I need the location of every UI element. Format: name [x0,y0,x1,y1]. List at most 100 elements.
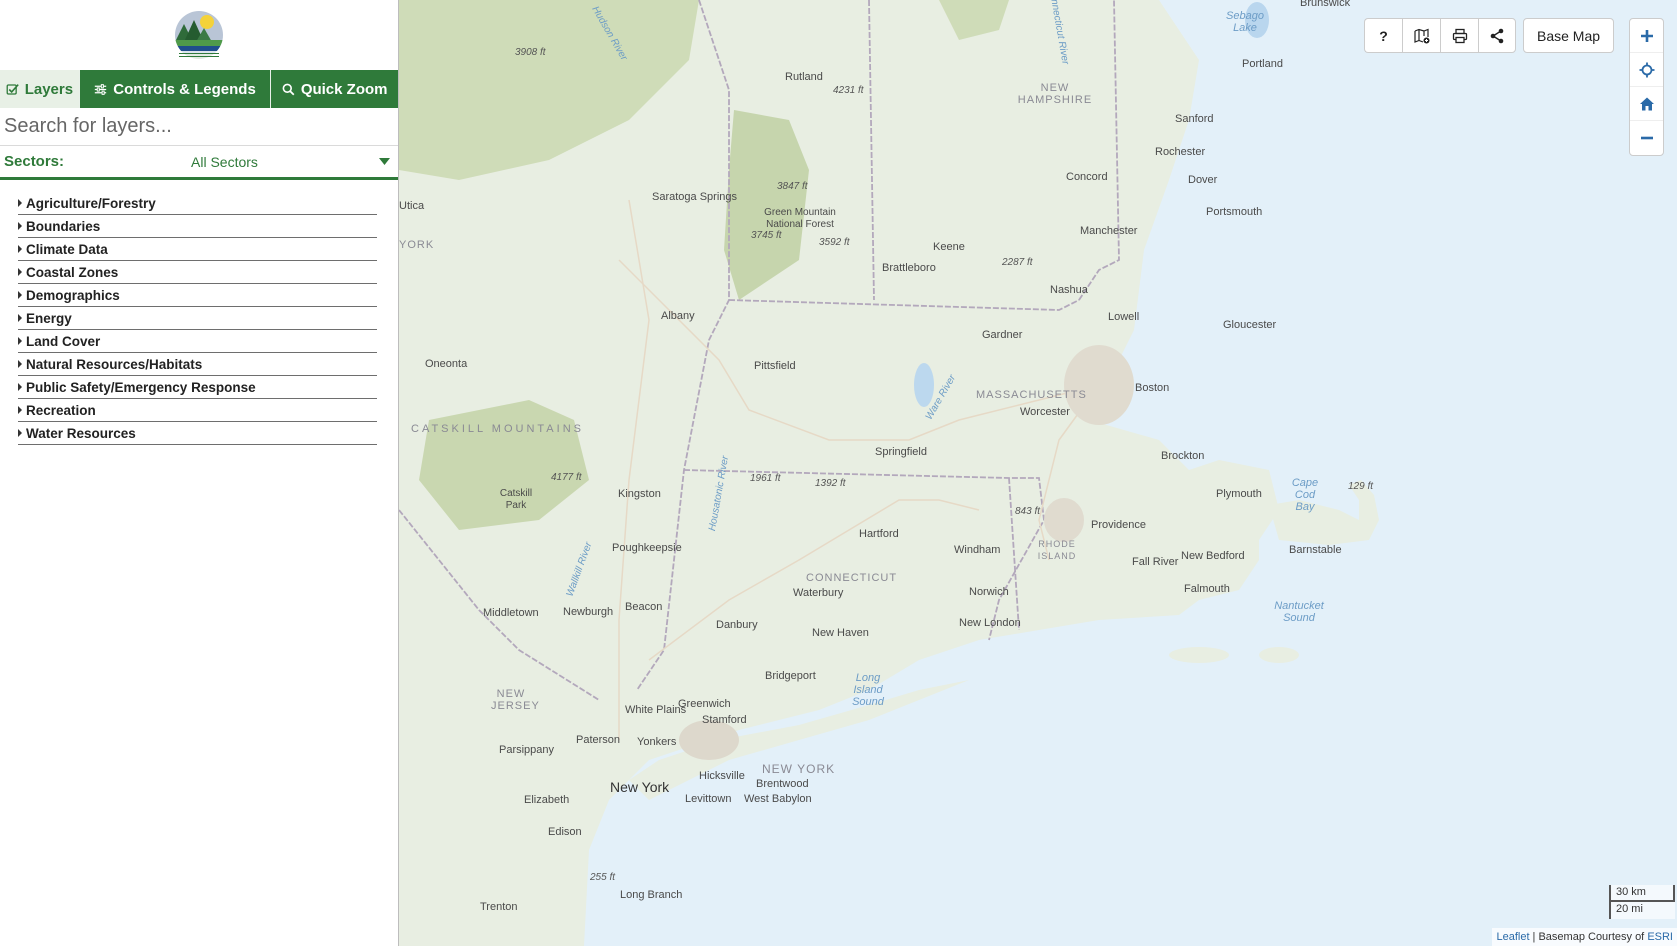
home-icon [1639,97,1654,110]
zoom-out-button[interactable] [1630,121,1663,155]
esri-link[interactable]: ESRI [1647,931,1673,943]
caret-right-icon [18,337,22,345]
layer-group-boundaries[interactable]: Boundaries [18,215,377,238]
locate-button[interactable] [1630,53,1663,87]
region-label: CATSKILL MOUNTAINS [411,423,584,435]
layer-group-natural-resources[interactable]: Natural Resources/Habitats [18,353,377,376]
city-label: Bridgeport [765,670,816,682]
tab-controls-legends[interactable]: Controls & Legends [79,70,272,108]
help-button[interactable]: ? [1364,18,1402,53]
print-button[interactable] [1440,18,1478,53]
caret-right-icon [18,291,22,299]
elevation-label: 255 ft [590,872,616,883]
search-icon [282,83,295,95]
city-label: Falmouth [1184,583,1230,595]
zoom-controls [1629,18,1664,156]
city-label: Windham [954,544,1001,556]
city-label: West Babylon [744,793,812,805]
layer-group-water-resources[interactable]: Water Resources [18,422,377,445]
region-label: RHODE ISLAND [1037,539,1077,561]
city-label: Rochester [1155,146,1206,158]
share-icon [1490,28,1504,43]
city-label: Brattleboro [882,262,936,274]
layer-group-label: Land Cover [26,333,101,349]
layer-group-demographics[interactable]: Demographics [18,284,377,307]
city-label: Hicksville [699,770,745,782]
layer-group-land-cover[interactable]: Land Cover [18,330,377,353]
layer-group-climate-data[interactable]: Climate Data [18,238,377,261]
city-label: Saratoga Springs [652,191,737,203]
city-label: Levittown [685,793,732,805]
app-root: Layers Controls & Legends Quick Zoom Sec… [0,0,1677,946]
caret-right-icon [18,245,22,253]
city-label: Greenwich [678,698,731,710]
caret-right-icon [18,199,22,207]
layer-group-coastal-zones[interactable]: Coastal Zones [18,261,377,284]
city-label-major: New York [610,779,670,795]
checkbox-icon [6,83,19,95]
city-label: Fall River [1132,556,1179,568]
elevation-label: 1392 ft [815,478,846,489]
elevation-label: 3592 ft [819,237,850,248]
map-toolbar: ? [1364,18,1516,53]
layer-group-label: Natural Resources/Habitats [26,356,203,372]
help-icon: ? [1379,27,1388,44]
layer-group-label: Coastal Zones [26,264,119,280]
layer-group-label: Energy [26,310,72,326]
elevation-label: 1961 ft [750,473,781,484]
sidebar: Layers Controls & Legends Quick Zoom Sec… [0,0,399,946]
share-button[interactable] [1478,18,1516,53]
sectors-select[interactable]: All Sectors [191,154,394,170]
base-map-button[interactable]: Base Map [1523,18,1615,53]
city-label: Kingston [618,488,661,500]
city-label: Middletown [483,607,539,619]
add-map-layer-button[interactable] [1402,18,1440,53]
layer-group-energy[interactable]: Energy [18,307,377,330]
region-label: YORK [399,239,435,251]
city-label: Dover [1188,174,1218,186]
city-label: Waterbury [793,587,844,599]
city-label: Pittsfield [754,360,796,372]
tab-quick-zoom[interactable]: Quick Zoom [271,70,398,108]
city-label: Newburgh [563,606,614,618]
city-label: Lowell [1108,311,1140,323]
print-icon [1452,28,1467,43]
region-label: MASSACHUSETTS [976,389,1087,401]
layer-group-public-safety[interactable]: Public Safety/Emergency Response [18,376,377,399]
water-label: Nantucket Sound [1274,600,1324,624]
city-label: White Plains [625,704,687,716]
caret-right-icon [18,360,22,368]
region-label: NEW JERSEY [491,688,540,712]
zoom-in-button[interactable] [1630,19,1663,53]
sliders-icon [95,83,107,95]
elevation-label: 3745 ft [751,230,782,241]
map-canvas[interactable]: Brunswick Portland Sanford Rochester Dov… [399,0,1677,946]
city-label: Boston [1135,382,1170,394]
city-label: Long Branch [620,889,683,901]
elevation-label: 3847 ft [777,181,808,192]
region-label: CONNECTICUT [806,572,898,584]
city-label: Keene [933,241,965,253]
sectors-label: Sectors: [4,153,65,170]
city-label: Brunswick [1300,0,1351,9]
park-label: Catskill Park [499,488,533,511]
city-label: Yonkers [637,736,677,748]
city-label: New Bedford [1181,550,1245,562]
base-map-label: Base Map [1537,27,1601,44]
city-label: New Haven [812,627,869,639]
layer-search-input[interactable] [0,108,398,146]
caret-right-icon [18,268,22,276]
city-label: Edison [548,826,582,838]
chevron-down-icon [379,158,390,165]
tab-layers[interactable]: Layers [0,70,80,108]
layer-group-recreation[interactable]: Recreation [18,399,377,422]
leaflet-link[interactable]: Leaflet [1496,931,1529,943]
layer-group-agriculture-forestry[interactable]: Agriculture/Forestry [18,192,377,215]
caret-right-icon [18,406,22,414]
map-attribution: Leaflet | Basemap Courtesy of ESRI [1492,928,1677,946]
elevation-label: 129 ft [1348,481,1374,492]
zoom-out-icon [1640,136,1653,140]
water-label: Long Island Sound [852,672,884,708]
sectors-selected-value: All Sectors [191,153,258,170]
home-button[interactable] [1630,87,1663,121]
